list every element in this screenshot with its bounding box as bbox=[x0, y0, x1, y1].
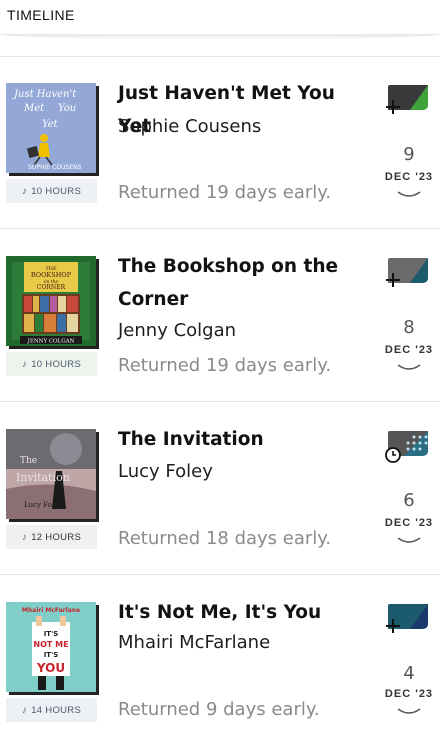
book-title[interactable]: It's Not Me, It's You bbox=[118, 596, 368, 629]
return-month: DEC '23 bbox=[384, 517, 434, 529]
cover-line1: The bbox=[20, 456, 37, 466]
book-cover[interactable]: Mhairi McFarlane IT'S NOT ME IT'S YOU bbox=[6, 602, 96, 692]
book-author[interactable]: Sophie Cousens bbox=[118, 116, 261, 137]
cover-line1: Just Haven't bbox=[12, 89, 77, 100]
return-month: DEC '23 bbox=[384, 171, 434, 183]
return-status: Returned 9 days early. bbox=[118, 699, 320, 720]
book-author[interactable]: Lucy Foley bbox=[118, 461, 213, 482]
chevron-down-icon[interactable] bbox=[396, 535, 422, 547]
cover-author: Lucy Foley bbox=[24, 501, 62, 509]
return-month: DEC '23 bbox=[384, 688, 434, 700]
cover-line4: CORNER bbox=[37, 284, 66, 291]
book-cover[interactable]: THE BOOKSHOP on the CORNER JENNY COLGAN bbox=[6, 256, 96, 346]
cover-line3: IT'S bbox=[44, 651, 59, 659]
return-status: Returned 19 days early. bbox=[118, 182, 332, 203]
book-author[interactable]: Mhairi McFarlane bbox=[118, 632, 270, 653]
audiobook-icon[interactable] bbox=[384, 82, 430, 118]
audiobook-icon[interactable] bbox=[384, 255, 430, 291]
duration-badge: ♪ 10 HOURS bbox=[6, 179, 97, 203]
timeline-entry[interactable]: The Invitation Lucy Foley ♪ 12 HOURS The… bbox=[0, 402, 440, 574]
chevron-down-icon[interactable] bbox=[396, 189, 422, 201]
duration-badge: ♪ 12 HOURS bbox=[6, 525, 97, 549]
book-title[interactable]: The Invitation bbox=[118, 423, 368, 456]
cover-author: Mhairi McFarlane bbox=[22, 607, 80, 614]
cover-author: JENNY COLGAN bbox=[27, 339, 75, 345]
cover-line2: BOOKSHOP bbox=[31, 271, 72, 279]
cover-line3: You bbox=[58, 103, 76, 114]
header-shadow bbox=[0, 34, 440, 40]
cover-line2: Met bbox=[23, 103, 45, 114]
book-title[interactable]: The Bookshop on the Corner bbox=[118, 250, 368, 316]
duration-badge: ♪ 10 HOURS bbox=[6, 352, 97, 376]
return-status: Returned 18 days early. bbox=[118, 528, 332, 549]
timeline-header: TIMELINE bbox=[0, 0, 440, 40]
headphones-icon: ♪ bbox=[21, 358, 28, 370]
return-status: Returned 19 days early. bbox=[118, 355, 332, 376]
chevron-down-icon[interactable] bbox=[396, 706, 422, 718]
duration-text: 12 HOURS bbox=[31, 531, 82, 543]
return-day: 9 bbox=[403, 144, 415, 165]
timeline-entry[interactable]: Mhairi McFarlane IT'S NOT ME IT'S YOU ♪ … bbox=[0, 575, 440, 738]
timeline-entry[interactable]: THE BOOKSHOP on the CORNER JENNY COLGAN … bbox=[0, 229, 440, 401]
duration-badge: ♪ 14 HOURS bbox=[6, 698, 97, 722]
book-cover[interactable]: The Invitation Lucy Foley bbox=[6, 429, 96, 519]
chevron-down-icon[interactable] bbox=[396, 362, 422, 374]
page-title: TIMELINE bbox=[7, 7, 75, 23]
return-day: 4 bbox=[403, 663, 415, 684]
cover-author: SOPHIE COUSENS bbox=[28, 164, 82, 171]
return-month: DEC '23 bbox=[384, 344, 434, 356]
book-author[interactable]: Jenny Colgan bbox=[118, 320, 236, 341]
duration-text: 10 HOURS bbox=[31, 185, 82, 197]
audiobook-icon[interactable] bbox=[384, 601, 430, 637]
cover-line1: IT'S bbox=[44, 630, 59, 638]
headphones-icon: ♪ bbox=[21, 185, 28, 197]
duration-text: 10 HOURS bbox=[31, 358, 82, 370]
timeline-entry[interactable]: Just Haven't Met You Yet SOPHIE COUSENS … bbox=[0, 56, 440, 228]
cover-line4: YOU bbox=[36, 661, 65, 675]
return-day: 8 bbox=[403, 317, 415, 338]
audiobook-timer-icon[interactable] bbox=[384, 428, 430, 464]
duration-text: 14 HOURS bbox=[31, 704, 82, 716]
cover-line4: Yet bbox=[42, 119, 59, 130]
headphones-icon: ♪ bbox=[21, 531, 28, 543]
return-day: 6 bbox=[403, 490, 415, 511]
headphones-icon: ♪ bbox=[21, 704, 28, 716]
cover-line2: NOT ME bbox=[33, 640, 68, 649]
book-cover[interactable]: Just Haven't Met You Yet SOPHIE COUSENS bbox=[6, 83, 96, 173]
cover-line2: Invitation bbox=[16, 471, 70, 484]
